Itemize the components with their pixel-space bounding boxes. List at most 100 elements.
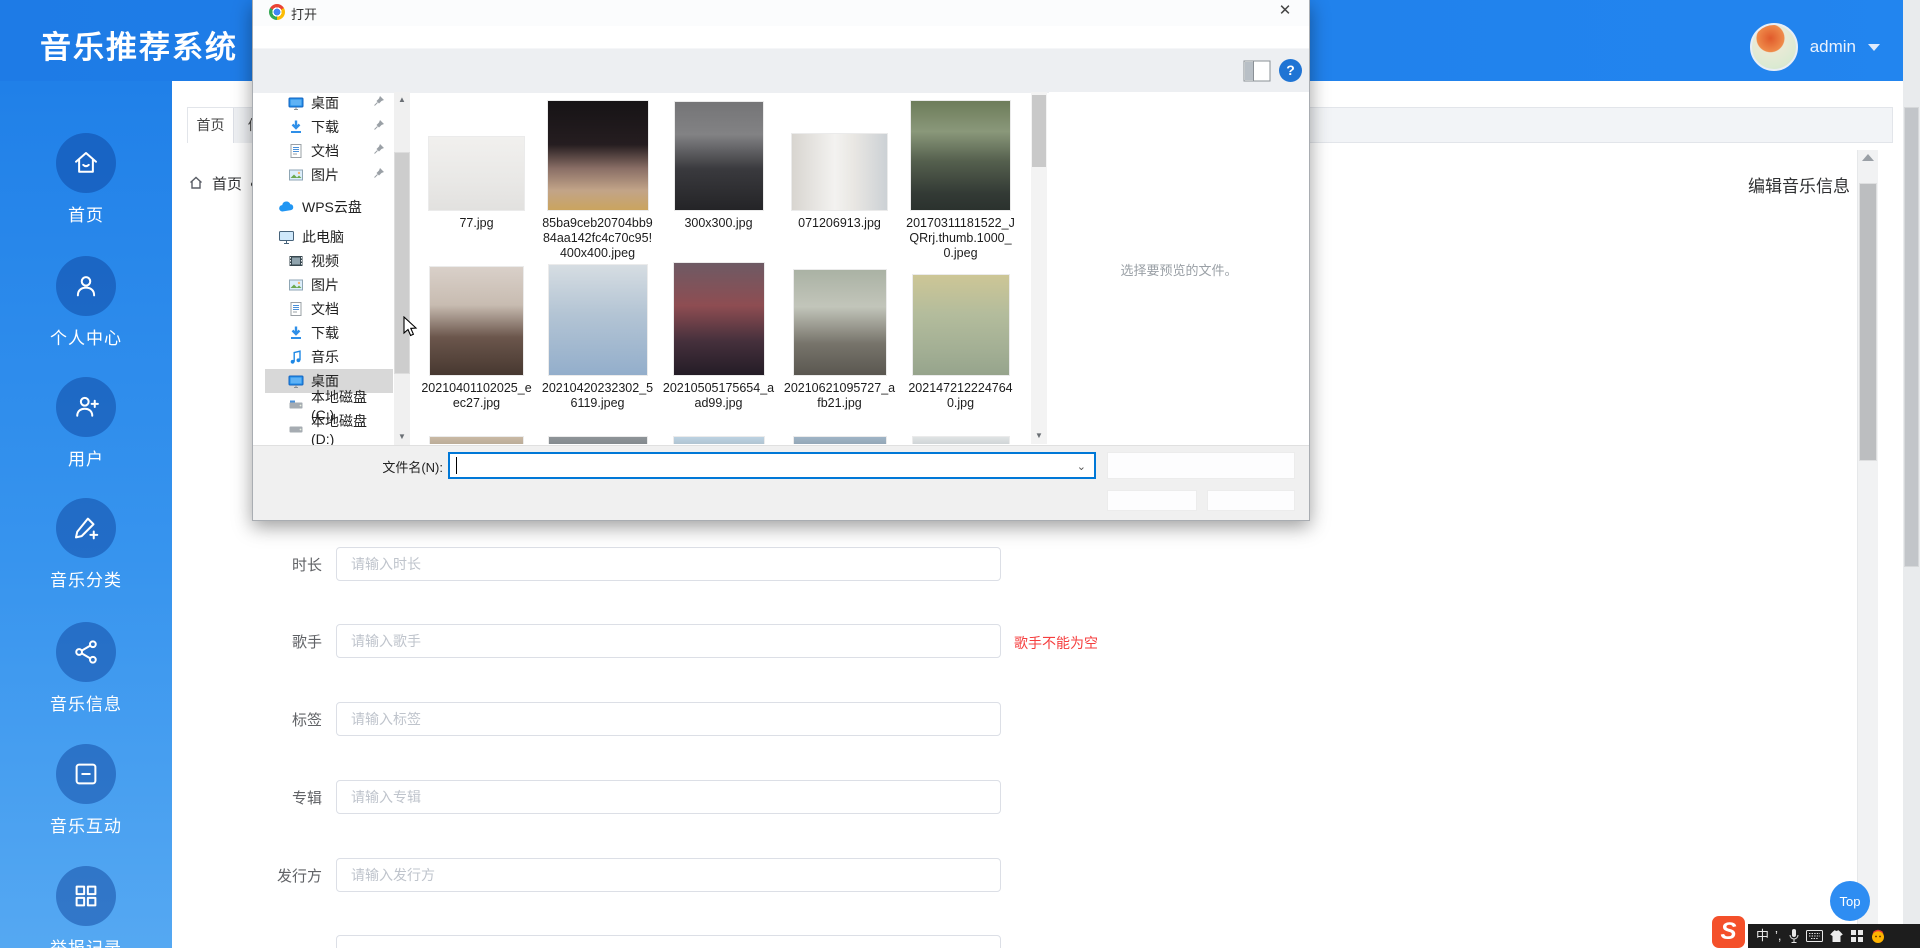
help-button[interactable]: ? xyxy=(1279,59,1302,82)
file-thumbnail[interactable] xyxy=(793,270,886,375)
chevron-down-icon[interactable] xyxy=(1868,43,1880,51)
album-input[interactable] xyxy=(336,780,1001,814)
tree-item-downloads-pinned[interactable]: 下载 xyxy=(265,115,393,139)
view-mode-button[interactable] xyxy=(1243,60,1271,82)
scroll-down-icon[interactable]: ▼ xyxy=(394,429,410,445)
sidebar-item-music-interact[interactable]: 音乐互动 xyxy=(0,744,172,837)
file-thumbnail[interactable] xyxy=(673,263,764,375)
sogou-ime-icon[interactable]: S xyxy=(1712,916,1745,948)
breadcrumb-home[interactable]: 首页 xyxy=(212,173,242,194)
file-item[interactable] xyxy=(779,417,900,444)
pin-icon xyxy=(374,96,384,106)
close-icon[interactable]: ✕ xyxy=(1273,1,1297,19)
file-list-scrollbar-thumb[interactable] xyxy=(1032,95,1046,167)
tree-item-documents[interactable]: 文档 xyxy=(265,297,393,321)
file-item[interactable] xyxy=(658,417,779,444)
keyboard-icon[interactable] xyxy=(1805,930,1823,942)
microphone-icon[interactable] xyxy=(1788,928,1800,944)
tree-item-music[interactable]: 音乐 xyxy=(265,345,393,369)
form-row-duration: 时长 xyxy=(180,546,1001,582)
tree-item-documents-pinned[interactable]: 文档 xyxy=(265,139,393,163)
cancel-button[interactable] xyxy=(1207,490,1295,511)
sidebar-item-report-log[interactable]: 举报记录 xyxy=(0,866,172,948)
tree-item-drive-d[interactable]: 本地磁盘 (D:) xyxy=(265,413,393,447)
file-thumbnail[interactable] xyxy=(430,437,523,444)
tree-item-pictures[interactable]: 图片 xyxy=(265,273,393,297)
tree-item-this-pc[interactable]: 此电脑 xyxy=(265,225,393,249)
file-item[interactable]: 20210505175654_aad99.jpg xyxy=(658,263,779,411)
file-thumbnail[interactable] xyxy=(548,437,647,444)
skin-shirt-icon[interactable] xyxy=(1829,929,1844,943)
file-thumbnail[interactable] xyxy=(673,437,764,444)
sidebar-item-users[interactable]: 用户 xyxy=(0,377,172,470)
scroll-up-icon[interactable] xyxy=(1862,154,1874,161)
file-thumbnail[interactable] xyxy=(547,101,648,210)
file-list-scrollbar[interactable]: ▼ xyxy=(1031,92,1047,444)
singer-input[interactable] xyxy=(336,624,1001,658)
file-thumbnail[interactable] xyxy=(429,137,524,210)
file-thumbnail[interactable] xyxy=(911,101,1010,210)
next-input[interactable] xyxy=(336,935,1001,948)
filename-input[interactable]: ⌄ xyxy=(448,452,1096,479)
form-row-next xyxy=(180,934,1001,948)
home-icon xyxy=(56,133,116,193)
avatar[interactable] xyxy=(1749,23,1798,71)
tree-item-label: 文档 xyxy=(311,301,339,317)
chevron-down-icon[interactable]: ⌄ xyxy=(1077,460,1086,473)
sidebar-item-music-info[interactable]: 音乐信息 xyxy=(0,622,172,715)
file-item[interactable]: 20210401102025_eec27.jpg xyxy=(416,265,537,411)
tree-scrollbar[interactable]: ▲ ▼ xyxy=(394,92,410,445)
sidebar-item-home[interactable]: 首页 xyxy=(0,133,172,226)
file-type-select[interactable] xyxy=(1107,452,1295,479)
user-menu[interactable]: admin xyxy=(1749,23,1880,71)
panel-scrollbar[interactable] xyxy=(1857,150,1878,948)
file-name: 300x300.jpg xyxy=(684,216,753,230)
dialog-titlebar[interactable]: 打开 ✕ xyxy=(253,0,1309,26)
emoji-icon[interactable] xyxy=(1870,928,1886,944)
back-to-top-button[interactable]: Top xyxy=(1830,881,1870,921)
file-item[interactable]: 85ba9ceb20704bb984aa142fc4c70c95!400x400… xyxy=(537,100,658,261)
file-thumbnail[interactable] xyxy=(912,437,1009,444)
panel-scrollbar-thumb[interactable] xyxy=(1860,184,1876,460)
chrome-icon xyxy=(269,4,285,20)
tree-item-wps-cloud[interactable]: WPS云盘 xyxy=(265,195,393,219)
file-thumbnail[interactable] xyxy=(548,265,647,375)
desktop-icon xyxy=(288,375,304,388)
browser-scrollbar-thumb[interactable] xyxy=(1905,108,1918,566)
tree-item-desktop-pinned[interactable]: 桌面 xyxy=(265,91,393,115)
file-thumbnail[interactable] xyxy=(912,275,1009,375)
tree-item-videos[interactable]: 视频 xyxy=(265,249,393,273)
tab-home[interactable]: 首页 xyxy=(188,108,234,143)
browser-scrollbar[interactable] xyxy=(1903,0,1920,948)
file-thumbnail[interactable] xyxy=(430,267,523,375)
file-item[interactable] xyxy=(416,417,537,444)
sidebar-item-profile[interactable]: 个人中心 xyxy=(0,256,172,349)
file-item[interactable] xyxy=(900,417,1021,444)
file-thumbnail[interactable] xyxy=(674,102,763,210)
tree-item-pictures-pinned[interactable]: 图片 xyxy=(265,163,393,187)
file-item[interactable]: 20170311181522_JQRrj.thumb.1000_0.jpeg xyxy=(900,100,1021,261)
ime-punct-button[interactable]: ’, xyxy=(1775,924,1782,948)
file-thumbnail[interactable] xyxy=(792,134,887,210)
dialog-toolbar: ? xyxy=(253,48,1309,93)
file-thumbnail[interactable] xyxy=(793,437,886,444)
tree-scrollbar-thumb[interactable] xyxy=(395,153,409,373)
tag-input[interactable] xyxy=(336,702,1001,736)
duration-input[interactable] xyxy=(336,547,1001,581)
scroll-up-icon[interactable]: ▲ xyxy=(394,92,410,108)
tree-item-downloads[interactable]: 下载 xyxy=(265,321,393,345)
file-item[interactable]: 20210621095727_afb21.jpg xyxy=(779,265,900,411)
file-item[interactable]: 300x300.jpg xyxy=(658,100,779,261)
publisher-input[interactable] xyxy=(336,858,1001,892)
file-item[interactable]: 071206913.jpg xyxy=(779,100,900,261)
toolbox-grid-icon[interactable] xyxy=(1850,929,1864,943)
file-item[interactable]: 20210420232302_56119.jpeg xyxy=(537,265,658,411)
scroll-down-icon[interactable]: ▼ xyxy=(1031,428,1047,444)
file-item[interactable]: 77.jpg xyxy=(416,100,537,261)
sidebar-item-music-category[interactable]: 音乐分类 xyxy=(0,498,172,591)
file-item[interactable] xyxy=(537,417,658,444)
ime-mode-button[interactable]: 中 xyxy=(1756,924,1769,948)
file-name: 071206913.jpg xyxy=(798,216,881,230)
file-item[interactable]: 2021472122247640.jpg xyxy=(900,265,1021,411)
open-button[interactable] xyxy=(1107,490,1197,511)
